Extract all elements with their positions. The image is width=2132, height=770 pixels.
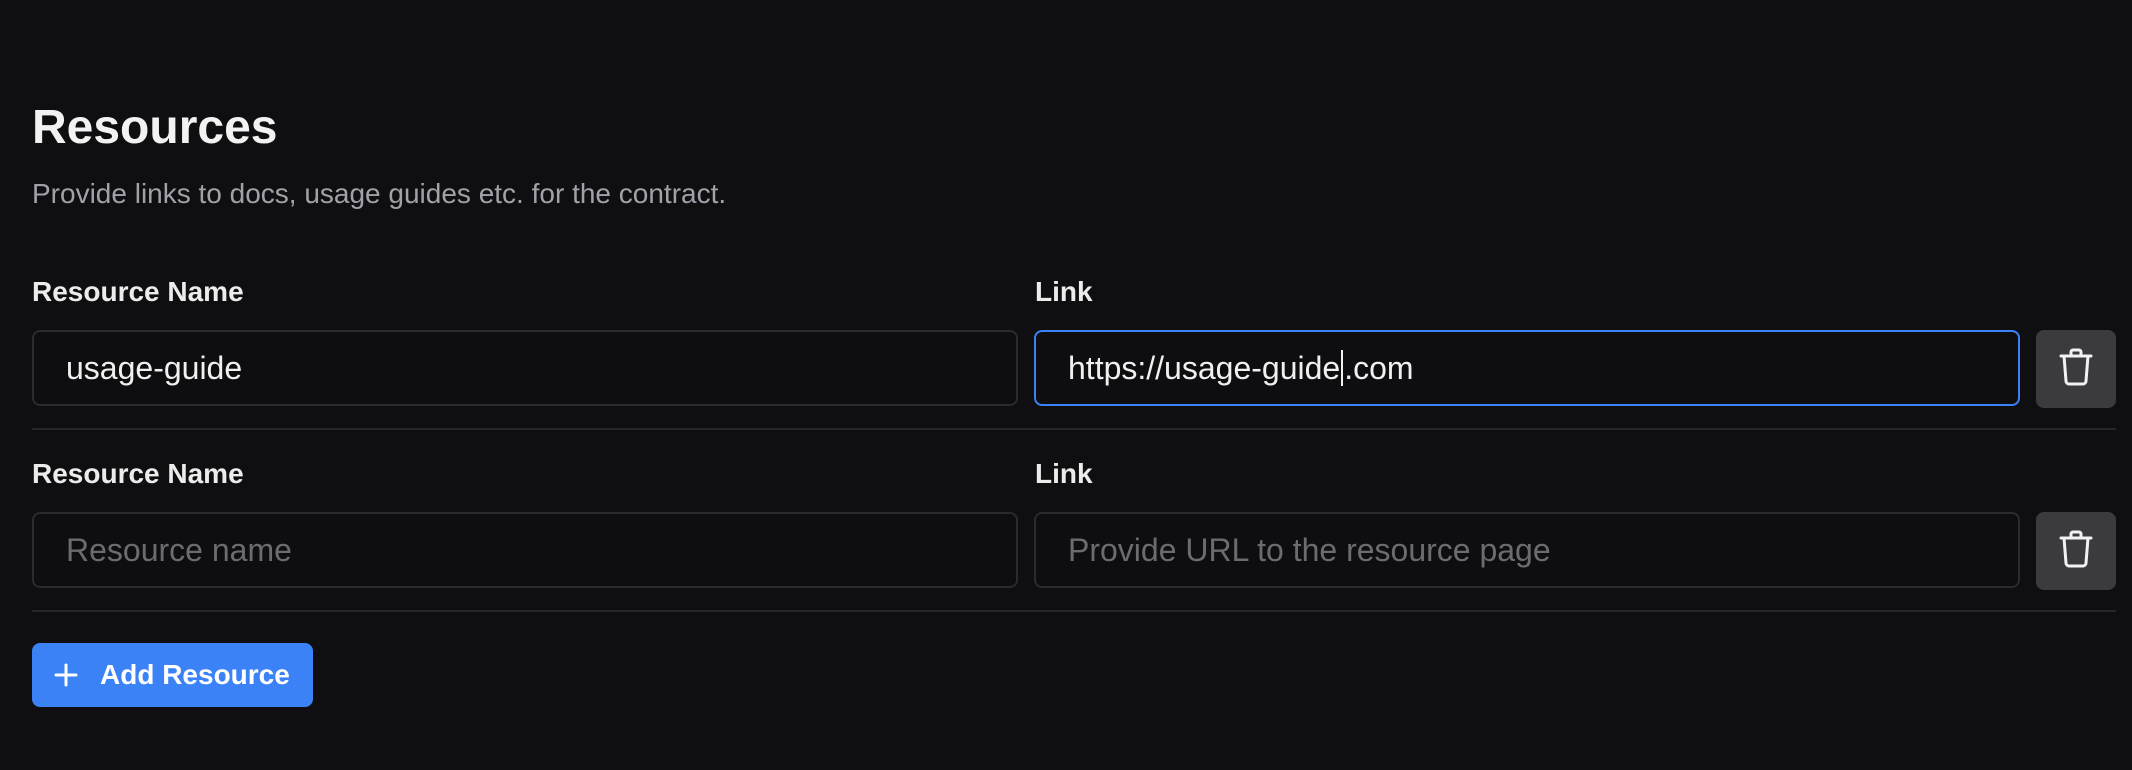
text-caret xyxy=(1341,350,1344,386)
plus-icon xyxy=(54,663,78,687)
link-label: Link xyxy=(1035,458,1093,489)
link-placeholder: Provide URL to the resource page xyxy=(1068,531,1551,568)
resources-page: Resources Provide links to docs, usage g… xyxy=(0,0,2132,770)
resource-name-placeholder: Resource name xyxy=(66,531,292,568)
resource-name-input[interactable]: usage-guide xyxy=(32,330,1018,406)
section-title: Resources xyxy=(32,101,278,154)
trash-icon xyxy=(2059,530,2093,573)
link-label: Link xyxy=(1035,276,1093,307)
link-input[interactable]: Provide URL to the resource page xyxy=(1034,512,2020,588)
resource-name-value: usage-guide xyxy=(66,349,243,386)
resource-name-label: Resource Name xyxy=(32,458,244,489)
resource-name-label: Resource Name xyxy=(32,276,244,307)
trash-icon xyxy=(2059,348,2093,391)
resource-row: Resource Name Link usage-guide https://u… xyxy=(32,246,2116,430)
delete-resource-button[interactable] xyxy=(2036,330,2116,408)
link-value-after-caret: .com xyxy=(1344,349,1414,386)
resource-name-input[interactable]: Resource name xyxy=(32,512,1018,588)
resource-row: Resource Name Link Resource name Provide… xyxy=(32,428,2116,612)
section-subtitle: Provide links to docs, usage guides etc.… xyxy=(32,178,727,209)
add-resource-button[interactable]: Add Resource xyxy=(32,643,313,707)
link-input[interactable]: https://usage-guide .com xyxy=(1034,330,2020,406)
delete-resource-button[interactable] xyxy=(2036,512,2116,590)
link-value-before-caret: https://usage-guide xyxy=(1068,349,1341,386)
add-resource-label: Add Resource xyxy=(100,659,290,690)
